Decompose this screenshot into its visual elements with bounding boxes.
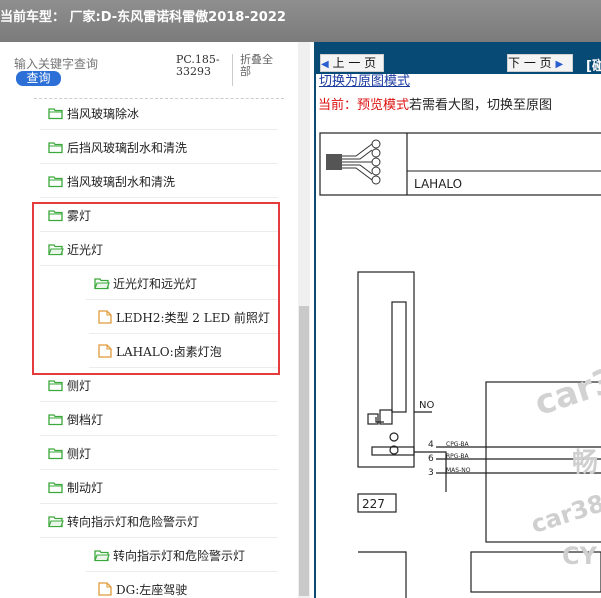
tree-item-label: 侧灯	[67, 379, 92, 393]
tree-item[interactable]: 挡风玻璃除冰	[0, 96, 290, 130]
folder-icon	[48, 106, 64, 124]
tree-item-label: 挡风玻璃刮水和清洗	[67, 175, 176, 189]
tree-item[interactable]: 制动灯	[0, 470, 290, 504]
prev-page-label: 上 一 页	[332, 56, 377, 70]
tree-item[interactable]: 倒档灯	[0, 402, 290, 436]
no-label: NO	[419, 400, 434, 411]
file-icon	[97, 582, 113, 598]
folder-icon	[48, 140, 64, 158]
tree-item[interactable]: 侧灯	[0, 436, 290, 470]
car-model-label: 当前车型： 厂家:D-东风雷诺科雷傲2018-2022	[0, 10, 286, 25]
preview-mode-line: 当前：预览模式若需看大图，切换至原图	[318, 94, 552, 113]
folder-open-icon	[94, 548, 110, 566]
switch-original-link[interactable]: 切换为原图模式	[319, 74, 410, 88]
tree-item[interactable]: 转向指示灯和危险警示灯	[0, 538, 290, 572]
viewer-panel: ◀ 上 一 页 下 一 页 ▶ [碰 切换为原图模式 当前：预览模式若需看大图，…	[314, 42, 601, 598]
tree-item-label: DG:左座驾驶	[116, 583, 188, 597]
search-input[interactable]	[14, 56, 164, 72]
wire-label: RPG-BA	[446, 453, 470, 460]
wiring-diagram: LAHALO NO 4 6 3 CPG-BA RPG-BA MAS-NO 227…	[316, 122, 601, 598]
tree-item-label: 倒档灯	[67, 413, 104, 427]
tree-item-label: 后挡风玻璃刮水和清洗	[67, 141, 188, 155]
search-button[interactable]: 查询	[16, 71, 61, 86]
arrow-left-icon: ◀	[321, 59, 329, 70]
folder-icon	[48, 480, 64, 498]
tree-item[interactable]: DG:左座驾驶	[0, 572, 290, 598]
tree-item-label: 转向指示灯和危险警示灯	[67, 515, 200, 529]
prev-page-button[interactable]: ◀ 上 一 页	[320, 54, 384, 72]
folder-icon	[48, 446, 64, 464]
connector-icon	[326, 154, 342, 170]
watermark: CY	[562, 542, 597, 570]
top-bar: 当前车型： 厂家:D-东风雷诺科雷傲2018-2022	[0, 0, 601, 42]
nav-extra-label: [碰	[586, 59, 601, 74]
next-page-button[interactable]: 下 一 页 ▶	[507, 54, 573, 72]
pin-number: 3	[428, 468, 434, 478]
tree-item-label: 挡风玻璃除冰	[67, 107, 140, 121]
scrollbar-thumb[interactable]	[299, 306, 309, 596]
next-page-label: 下 一 页	[508, 56, 552, 70]
arrow-right-icon: ▶	[555, 59, 564, 70]
viewer-nav-bar: ◀ 上 一 页 下 一 页 ▶ [碰	[316, 42, 601, 74]
tree-item-label: 制动灯	[67, 481, 104, 495]
highlight-box	[32, 202, 280, 375]
collapse-all-button[interactable]: 折叠全部	[240, 54, 282, 78]
scrollbar[interactable]	[298, 42, 310, 598]
preview-hint: 若需看大图，切换至原图	[409, 98, 553, 113]
pin-number: 6	[428, 454, 434, 464]
folder-icon	[48, 378, 64, 396]
connector-label: LAHALO	[414, 177, 462, 191]
current-mode-label: 当前：预览模式	[318, 98, 410, 113]
tree-item-label: 转向指示灯和危险警示灯	[113, 549, 246, 563]
pin-number: 4	[428, 440, 434, 450]
wire-label: CPG-BA	[446, 441, 470, 448]
tree-item-label: 侧灯	[67, 447, 92, 461]
watermark: 畅	[572, 448, 599, 478]
folder-open-icon	[48, 514, 64, 532]
pc-code: PC.185-33293	[176, 53, 220, 78]
folder-icon	[48, 174, 64, 192]
tree-item[interactable]: 挡风玻璃刮水和清洗	[0, 164, 290, 198]
wire-label: MAS-NO	[446, 467, 471, 474]
component-id: 227	[362, 497, 385, 511]
tree-item[interactable]: 转向指示灯和危险警示灯	[0, 504, 290, 538]
left-panel: 查询 PC.185-33293 折叠全部 挡风玻璃除冰后挡风玻璃刮水和清洗挡风玻…	[0, 42, 314, 598]
tree-item[interactable]: 后挡风玻璃刮水和清洗	[0, 130, 290, 164]
divider	[232, 54, 233, 86]
folder-icon	[48, 412, 64, 430]
